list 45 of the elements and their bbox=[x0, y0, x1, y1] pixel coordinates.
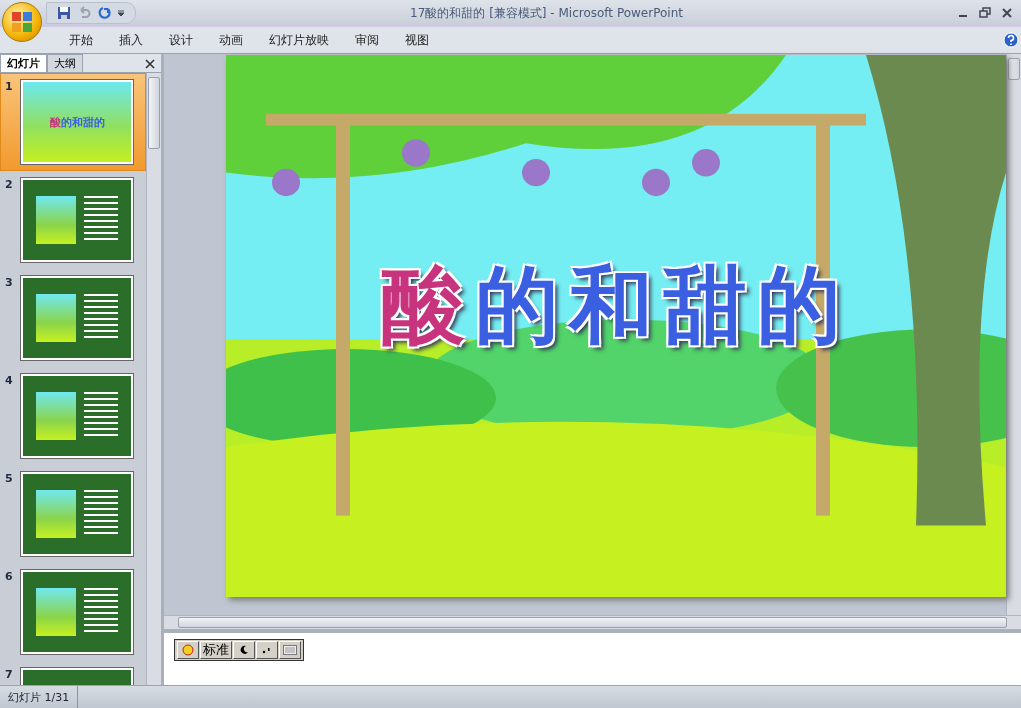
ribbon-tab[interactable]: 插入 bbox=[106, 31, 156, 49]
slide-thumbnail-item[interactable]: 5 bbox=[0, 465, 146, 563]
slide-number: 1 bbox=[5, 80, 13, 93]
slide-thumbnail-item[interactable]: 4 bbox=[0, 367, 146, 465]
thumbnail-picture bbox=[36, 588, 76, 636]
ime-mode-button[interactable]: 标准 bbox=[200, 641, 232, 659]
ribbon-tab[interactable]: 动画 bbox=[206, 31, 256, 49]
thumbnail-picture bbox=[36, 392, 76, 440]
slide-number: 6 bbox=[5, 570, 13, 583]
office-logo-icon bbox=[11, 11, 33, 33]
redo-icon[interactable] bbox=[97, 6, 111, 20]
slide-counter: 幻灯片 1/31 bbox=[0, 686, 79, 708]
thumbnail-title: 酸的和甜的 bbox=[49, 114, 105, 130]
half-width-icon[interactable] bbox=[233, 641, 255, 659]
office-button[interactable] bbox=[2, 2, 42, 42]
close-icon[interactable] bbox=[1001, 7, 1013, 19]
slide-thumbnail-item[interactable]: 7 bbox=[0, 661, 146, 685]
slide-number: 2 bbox=[5, 178, 13, 191]
slide-thumbnail-item[interactable]: 1 酸的和甜的 bbox=[0, 73, 146, 171]
slide-number: 3 bbox=[5, 276, 13, 289]
ribbon-tab[interactable]: 审阅 bbox=[342, 31, 392, 49]
slide-thumbnail-item[interactable]: 6 bbox=[0, 563, 146, 661]
keyboard-icon[interactable] bbox=[279, 641, 301, 659]
thumbnail-picture bbox=[36, 490, 76, 538]
close-icon[interactable] bbox=[145, 59, 155, 69]
thumbnail-picture bbox=[36, 196, 76, 244]
slide-number: 5 bbox=[5, 472, 13, 485]
ime-logo-icon[interactable] bbox=[177, 641, 199, 659]
ribbon-tab[interactable]: 开始 bbox=[56, 31, 106, 49]
slide-number: 7 bbox=[5, 668, 13, 681]
pane-tab[interactable]: 大纲 bbox=[47, 54, 83, 72]
ribbon-tab[interactable]: 幻灯片放映 bbox=[256, 31, 342, 49]
slide-thumbnail-item[interactable]: 3 bbox=[0, 269, 146, 367]
pane-tab[interactable]: 幻灯片 bbox=[0, 54, 47, 72]
thumbnail-picture bbox=[36, 294, 76, 342]
help-icon[interactable] bbox=[1003, 32, 1019, 48]
slide-number: 4 bbox=[5, 374, 13, 387]
ribbon-tab[interactable]: 视图 bbox=[392, 31, 442, 49]
window-title: 17酸的和甜的 [兼容模式] - Microsoft PowerPoint bbox=[409, 4, 684, 22]
restore-icon[interactable] bbox=[979, 7, 991, 19]
slide-thumbnail-item[interactable]: 2 bbox=[0, 171, 146, 269]
customize-dropdown-icon[interactable] bbox=[117, 9, 125, 17]
ribbon-tab[interactable]: 设计 bbox=[156, 31, 206, 49]
save-icon[interactable] bbox=[57, 6, 71, 20]
punctuation-icon[interactable] bbox=[256, 641, 278, 659]
